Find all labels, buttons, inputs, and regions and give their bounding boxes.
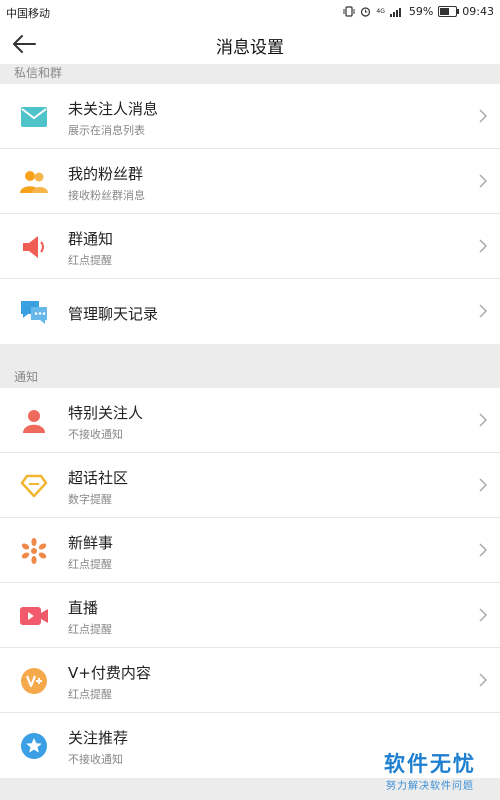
section-header-notifications: 通知 xyxy=(14,370,39,384)
row-manage-chat-history[interactable]: 管理聊天记录 xyxy=(0,279,500,344)
status-bar: 中国移动 4G 59% 09:43 xyxy=(0,0,500,24)
chevron-right-icon xyxy=(479,239,488,253)
row-subtitle: 数字提醒 xyxy=(68,493,112,506)
row-fan-group[interactable]: 我的粉丝群 接收粉丝群消息 xyxy=(0,149,500,214)
mail-icon xyxy=(18,102,50,132)
chevron-right-icon xyxy=(479,543,488,557)
chevron-right-icon xyxy=(479,109,488,123)
signal-icon xyxy=(389,7,401,17)
chevron-right-icon xyxy=(479,608,488,622)
chat-icon xyxy=(18,297,50,327)
row-title: V+付费内容 xyxy=(68,664,151,682)
clock: 09:43 xyxy=(462,5,494,18)
row-subtitle: 展示在消息列表 xyxy=(68,124,145,137)
page-title: 消息设置 xyxy=(216,38,284,58)
row-title: 群通知 xyxy=(68,230,114,248)
settings-list-notifications: 特别关注人 不接收通知 超话社区 数字提醒 新鲜事 红点提醒 直播 红点提醒 V… xyxy=(0,388,500,778)
chevron-right-icon xyxy=(479,478,488,492)
row-title: 管理聊天记录 xyxy=(68,305,159,323)
watermark-title: 软件无忧 xyxy=(384,752,476,776)
row-news[interactable]: 新鲜事 红点提醒 xyxy=(0,518,500,583)
carrier-label: 中国移动 xyxy=(6,7,50,20)
battery-icon xyxy=(438,6,460,17)
row-title: 特别关注人 xyxy=(68,404,144,422)
row-title: 未关注人消息 xyxy=(68,100,159,118)
row-subtitle: 红点提醒 xyxy=(68,254,112,267)
row-subtitle: 不接收通知 xyxy=(68,428,123,441)
vplus-icon xyxy=(18,666,50,696)
row-title: 我的粉丝群 xyxy=(68,165,144,183)
row-title: 超话社区 xyxy=(68,469,129,487)
row-subtitle: 红点提醒 xyxy=(68,688,112,701)
diamond-icon xyxy=(18,471,50,501)
row-title: 关注推荐 xyxy=(68,729,129,747)
chevron-right-icon xyxy=(479,413,488,427)
row-group-notice[interactable]: 群通知 红点提醒 xyxy=(0,214,500,279)
row-subtitle: 不接收通知 xyxy=(68,753,123,766)
settings-list-private: 未关注人消息 展示在消息列表 我的粉丝群 接收粉丝群消息 群通知 红点提醒 管理… xyxy=(0,84,500,344)
row-vplus-paid[interactable]: V+付费内容 红点提醒 xyxy=(0,648,500,713)
battery-percent: 59% xyxy=(408,5,434,18)
chevron-right-icon xyxy=(479,673,488,687)
nav-bar: 消息设置 xyxy=(0,24,500,64)
star-badge-icon xyxy=(18,731,50,761)
vibrate-icon xyxy=(343,6,355,17)
group-icon xyxy=(18,167,50,197)
section-header-private: 私信和群 xyxy=(14,66,63,80)
row-subtitle: 接收粉丝群消息 xyxy=(68,189,145,202)
person-icon xyxy=(18,406,50,436)
network-type-label: 4G xyxy=(376,7,385,15)
row-special-follow[interactable]: 特别关注人 不接收通知 xyxy=(0,388,500,453)
watermark: 软件无忧 努力解决软件问题 xyxy=(374,751,486,792)
row-title: 直播 xyxy=(68,599,99,617)
watermark-subtitle: 努力解决软件问题 xyxy=(386,781,474,792)
row-live[interactable]: 直播 红点提醒 xyxy=(0,583,500,648)
status-icons: 4G 59% 09:43 xyxy=(343,5,494,18)
row-unfollowed-messages[interactable]: 未关注人消息 展示在消息列表 xyxy=(0,84,500,149)
flower-icon xyxy=(18,536,50,566)
row-title: 新鲜事 xyxy=(68,534,114,552)
video-icon xyxy=(18,601,50,631)
row-subtitle: 红点提醒 xyxy=(68,623,112,636)
row-subtitle: 红点提醒 xyxy=(68,558,112,571)
row-super-topic[interactable]: 超话社区 数字提醒 xyxy=(0,453,500,518)
chevron-right-icon xyxy=(479,304,488,318)
chevron-right-icon xyxy=(479,174,488,188)
alarm-icon xyxy=(361,7,371,17)
speaker-icon xyxy=(18,232,50,262)
